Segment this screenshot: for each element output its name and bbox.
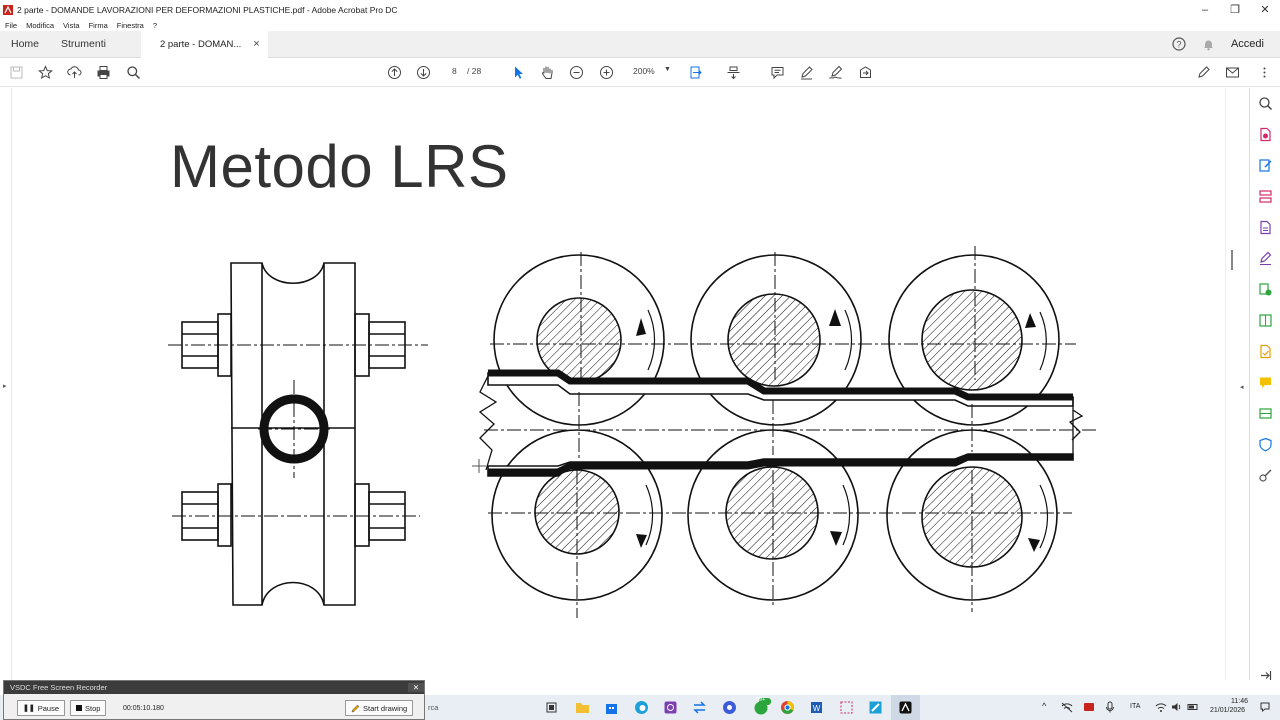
red-tray-icon[interactable] bbox=[1083, 701, 1095, 713]
recording-timer: 00:05:10.180 bbox=[123, 705, 164, 712]
microphone-icon[interactable] bbox=[1105, 701, 1115, 713]
organize-pages-icon[interactable] bbox=[1258, 189, 1273, 204]
clock-time[interactable]: 11:46 bbox=[1231, 698, 1248, 705]
battery-icon[interactable] bbox=[1187, 701, 1199, 713]
stop-button[interactable]: Stop bbox=[70, 700, 107, 716]
taskbar-search-text[interactable]: rca bbox=[428, 703, 438, 712]
screen-recorder-widget: VSDC Free Screen Recorder ✕ ❚❚ Pause Sto… bbox=[3, 680, 425, 720]
pause-button[interactable]: ❚❚ Pause bbox=[17, 700, 66, 716]
protect-icon[interactable] bbox=[1258, 437, 1273, 452]
pause-label: Pause bbox=[37, 703, 60, 713]
pencil-icon bbox=[351, 704, 360, 712]
volume-icon[interactable] bbox=[1171, 701, 1183, 713]
clock-date[interactable]: 21/01/2026 bbox=[1210, 707, 1245, 714]
recorder-header[interactable]: VSDC Free Screen Recorder ✕ bbox=[4, 681, 424, 694]
pause-icon: ❚❚ bbox=[23, 705, 35, 712]
recorder-app-icon[interactable] bbox=[722, 700, 737, 715]
stop-label: Stop bbox=[85, 703, 101, 713]
language-indicator[interactable]: ITA bbox=[1130, 703, 1140, 710]
acrobat-taskbar-icon bbox=[899, 701, 912, 714]
export-pdf-icon[interactable] bbox=[1258, 127, 1273, 142]
stop-icon bbox=[76, 705, 82, 711]
collapse-panel-icon[interactable] bbox=[1258, 668, 1273, 683]
arrows-app-icon[interactable] bbox=[692, 700, 707, 715]
acrobat-taskbar-button[interactable] bbox=[891, 695, 920, 720]
svg-text:W: W bbox=[813, 704, 821, 713]
more-tools-icon[interactable] bbox=[1258, 468, 1273, 483]
photo-app-icon[interactable] bbox=[663, 700, 678, 715]
tray-chevron-up-icon[interactable]: ^ bbox=[1042, 701, 1046, 711]
recorder-title: VSDC Free Screen Recorder bbox=[10, 683, 108, 692]
snip-tool-icon[interactable] bbox=[839, 700, 854, 715]
start-drawing-button[interactable]: Start drawing bbox=[345, 700, 414, 716]
edit-pdf-icon[interactable] bbox=[1258, 158, 1273, 173]
start-drawing-label: Start drawing bbox=[363, 703, 408, 713]
wifi-icon[interactable] bbox=[1155, 702, 1167, 713]
zoom-search-icon[interactable] bbox=[1258, 96, 1273, 111]
create-pdf-icon[interactable] bbox=[1258, 220, 1273, 235]
combine-files-icon[interactable] bbox=[1258, 282, 1273, 297]
network-off-icon[interactable] bbox=[1061, 702, 1073, 713]
file-explorer-icon[interactable] bbox=[575, 701, 590, 714]
notifications-icon[interactable] bbox=[1259, 701, 1271, 713]
comment-panel-icon[interactable] bbox=[1258, 375, 1273, 390]
crosshair-cursor bbox=[472, 459, 486, 473]
task-view-icon[interactable] bbox=[545, 701, 558, 714]
notification-badge: 99+ bbox=[756, 697, 766, 703]
word-icon[interactable]: W bbox=[809, 700, 824, 715]
recorder-close-icon[interactable]: ✕ bbox=[408, 683, 424, 692]
send-for-review-icon[interactable] bbox=[1258, 344, 1273, 359]
store-icon[interactable] bbox=[604, 700, 619, 715]
fill-sign-icon[interactable] bbox=[1258, 251, 1273, 266]
compare-icon[interactable] bbox=[1258, 313, 1273, 328]
paint-app-icon[interactable] bbox=[868, 700, 883, 715]
tools-sidebar bbox=[1249, 88, 1280, 680]
chrome-icon[interactable] bbox=[780, 700, 795, 715]
scan-icon[interactable] bbox=[1258, 406, 1273, 421]
edge-icon[interactable] bbox=[634, 700, 649, 715]
rolling-mill-drawing bbox=[168, 246, 1098, 618]
